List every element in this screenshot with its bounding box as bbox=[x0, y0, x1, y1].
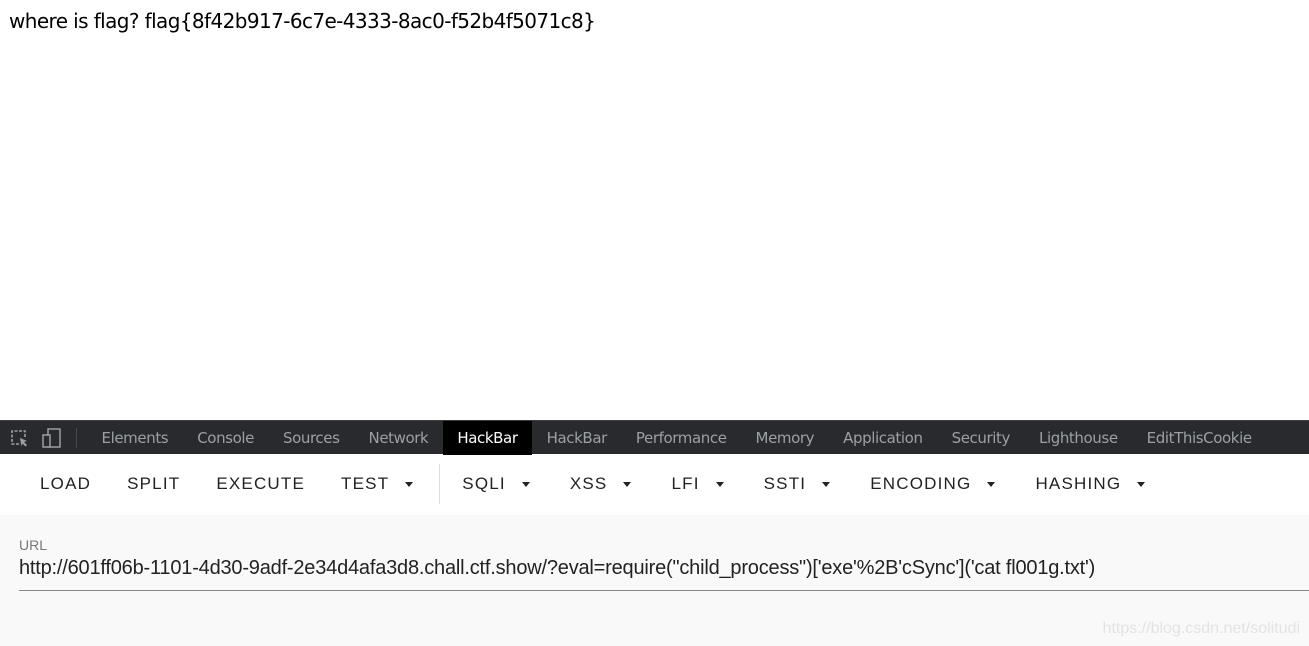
watermark: https://blog.csdn.net/solitudi bbox=[1102, 620, 1300, 637]
device-toolbar-icon[interactable] bbox=[40, 427, 64, 449]
tab-security[interactable]: Security bbox=[937, 421, 1024, 455]
inspect-element-icon[interactable] bbox=[8, 427, 32, 449]
url-label: URL bbox=[19, 537, 48, 553]
caret-down-icon bbox=[405, 481, 414, 487]
url-input-underline bbox=[19, 590, 1309, 591]
button-label: LOAD bbox=[40, 474, 92, 493]
tab-elements[interactable]: Elements bbox=[87, 421, 183, 455]
button-label: XSS bbox=[569, 474, 608, 493]
tab-lighthouse[interactable]: Lighthouse bbox=[1024, 421, 1132, 455]
caret-down-icon bbox=[715, 481, 724, 487]
caret-down-icon bbox=[521, 481, 530, 487]
execute-button[interactable]: EXECUTE bbox=[198, 464, 323, 504]
devtools-panel: Elements Console Sources Network HackBar Hack… bbox=[0, 420, 1309, 646]
button-label: SSTI bbox=[763, 474, 807, 493]
caret-down-icon bbox=[623, 481, 632, 487]
sqli-button[interactable]: SQLI bbox=[444, 464, 552, 504]
tab-application[interactable]: Application bbox=[829, 421, 937, 455]
url-input[interactable]: http://601ff06b-1101-4d30-9adf-2e34d4afa… bbox=[19, 557, 1095, 580]
button-label: SQLI bbox=[462, 474, 506, 493]
button-label: ENCODING bbox=[870, 474, 972, 493]
toolbar-divider bbox=[76, 427, 77, 448]
hashing-button[interactable]: HASHING bbox=[1017, 464, 1167, 504]
tab-editthiscookie[interactable]: EditThisCookie bbox=[1132, 421, 1266, 455]
caret-down-icon bbox=[987, 481, 996, 487]
tab-performance[interactable]: Performance bbox=[621, 421, 741, 455]
button-label: TEST bbox=[341, 474, 390, 493]
devtools-tab-bar: Elements Console Sources Network HackBar Hack… bbox=[0, 420, 1309, 455]
tab-network[interactable]: Network bbox=[354, 421, 443, 455]
hackbar-toolbar: LOAD SPLIT EXECUTE TEST SQLI XSS LFI SSTI ENCODI… bbox=[0, 454, 1309, 514]
caret-down-icon bbox=[1137, 481, 1146, 487]
tab-hackbar[interactable]: HackBar bbox=[442, 420, 533, 455]
button-label: HASHING bbox=[1035, 474, 1122, 493]
toolbar-separator bbox=[439, 464, 441, 504]
tab-memory[interactable]: Memory bbox=[741, 421, 829, 455]
lfi-button[interactable]: LFI bbox=[653, 464, 745, 504]
tab-hackbar-2[interactable]: HackBar bbox=[532, 421, 621, 455]
tab-console[interactable]: Console bbox=[183, 421, 269, 455]
test-button[interactable]: TEST bbox=[323, 464, 435, 504]
tab-sources[interactable]: Sources bbox=[268, 421, 354, 455]
load-button[interactable]: LOAD bbox=[22, 464, 109, 504]
caret-down-icon bbox=[822, 481, 831, 487]
button-label: SPLIT bbox=[127, 474, 181, 493]
button-label: LFI bbox=[671, 474, 700, 493]
ssti-button[interactable]: SSTI bbox=[746, 464, 853, 504]
xss-button[interactable]: XSS bbox=[552, 464, 654, 504]
page-body-text: where is flag? flag{8f42b917-6c7e-4333-8… bbox=[9, 9, 596, 33]
button-label: EXECUTE bbox=[216, 474, 306, 493]
encoding-button[interactable]: ENCODING bbox=[852, 464, 1017, 504]
url-field-container: URL http://601ff06b-1101-4d30-9adf-2e34d… bbox=[0, 515, 1309, 646]
split-button[interactable]: SPLIT bbox=[109, 464, 198, 504]
